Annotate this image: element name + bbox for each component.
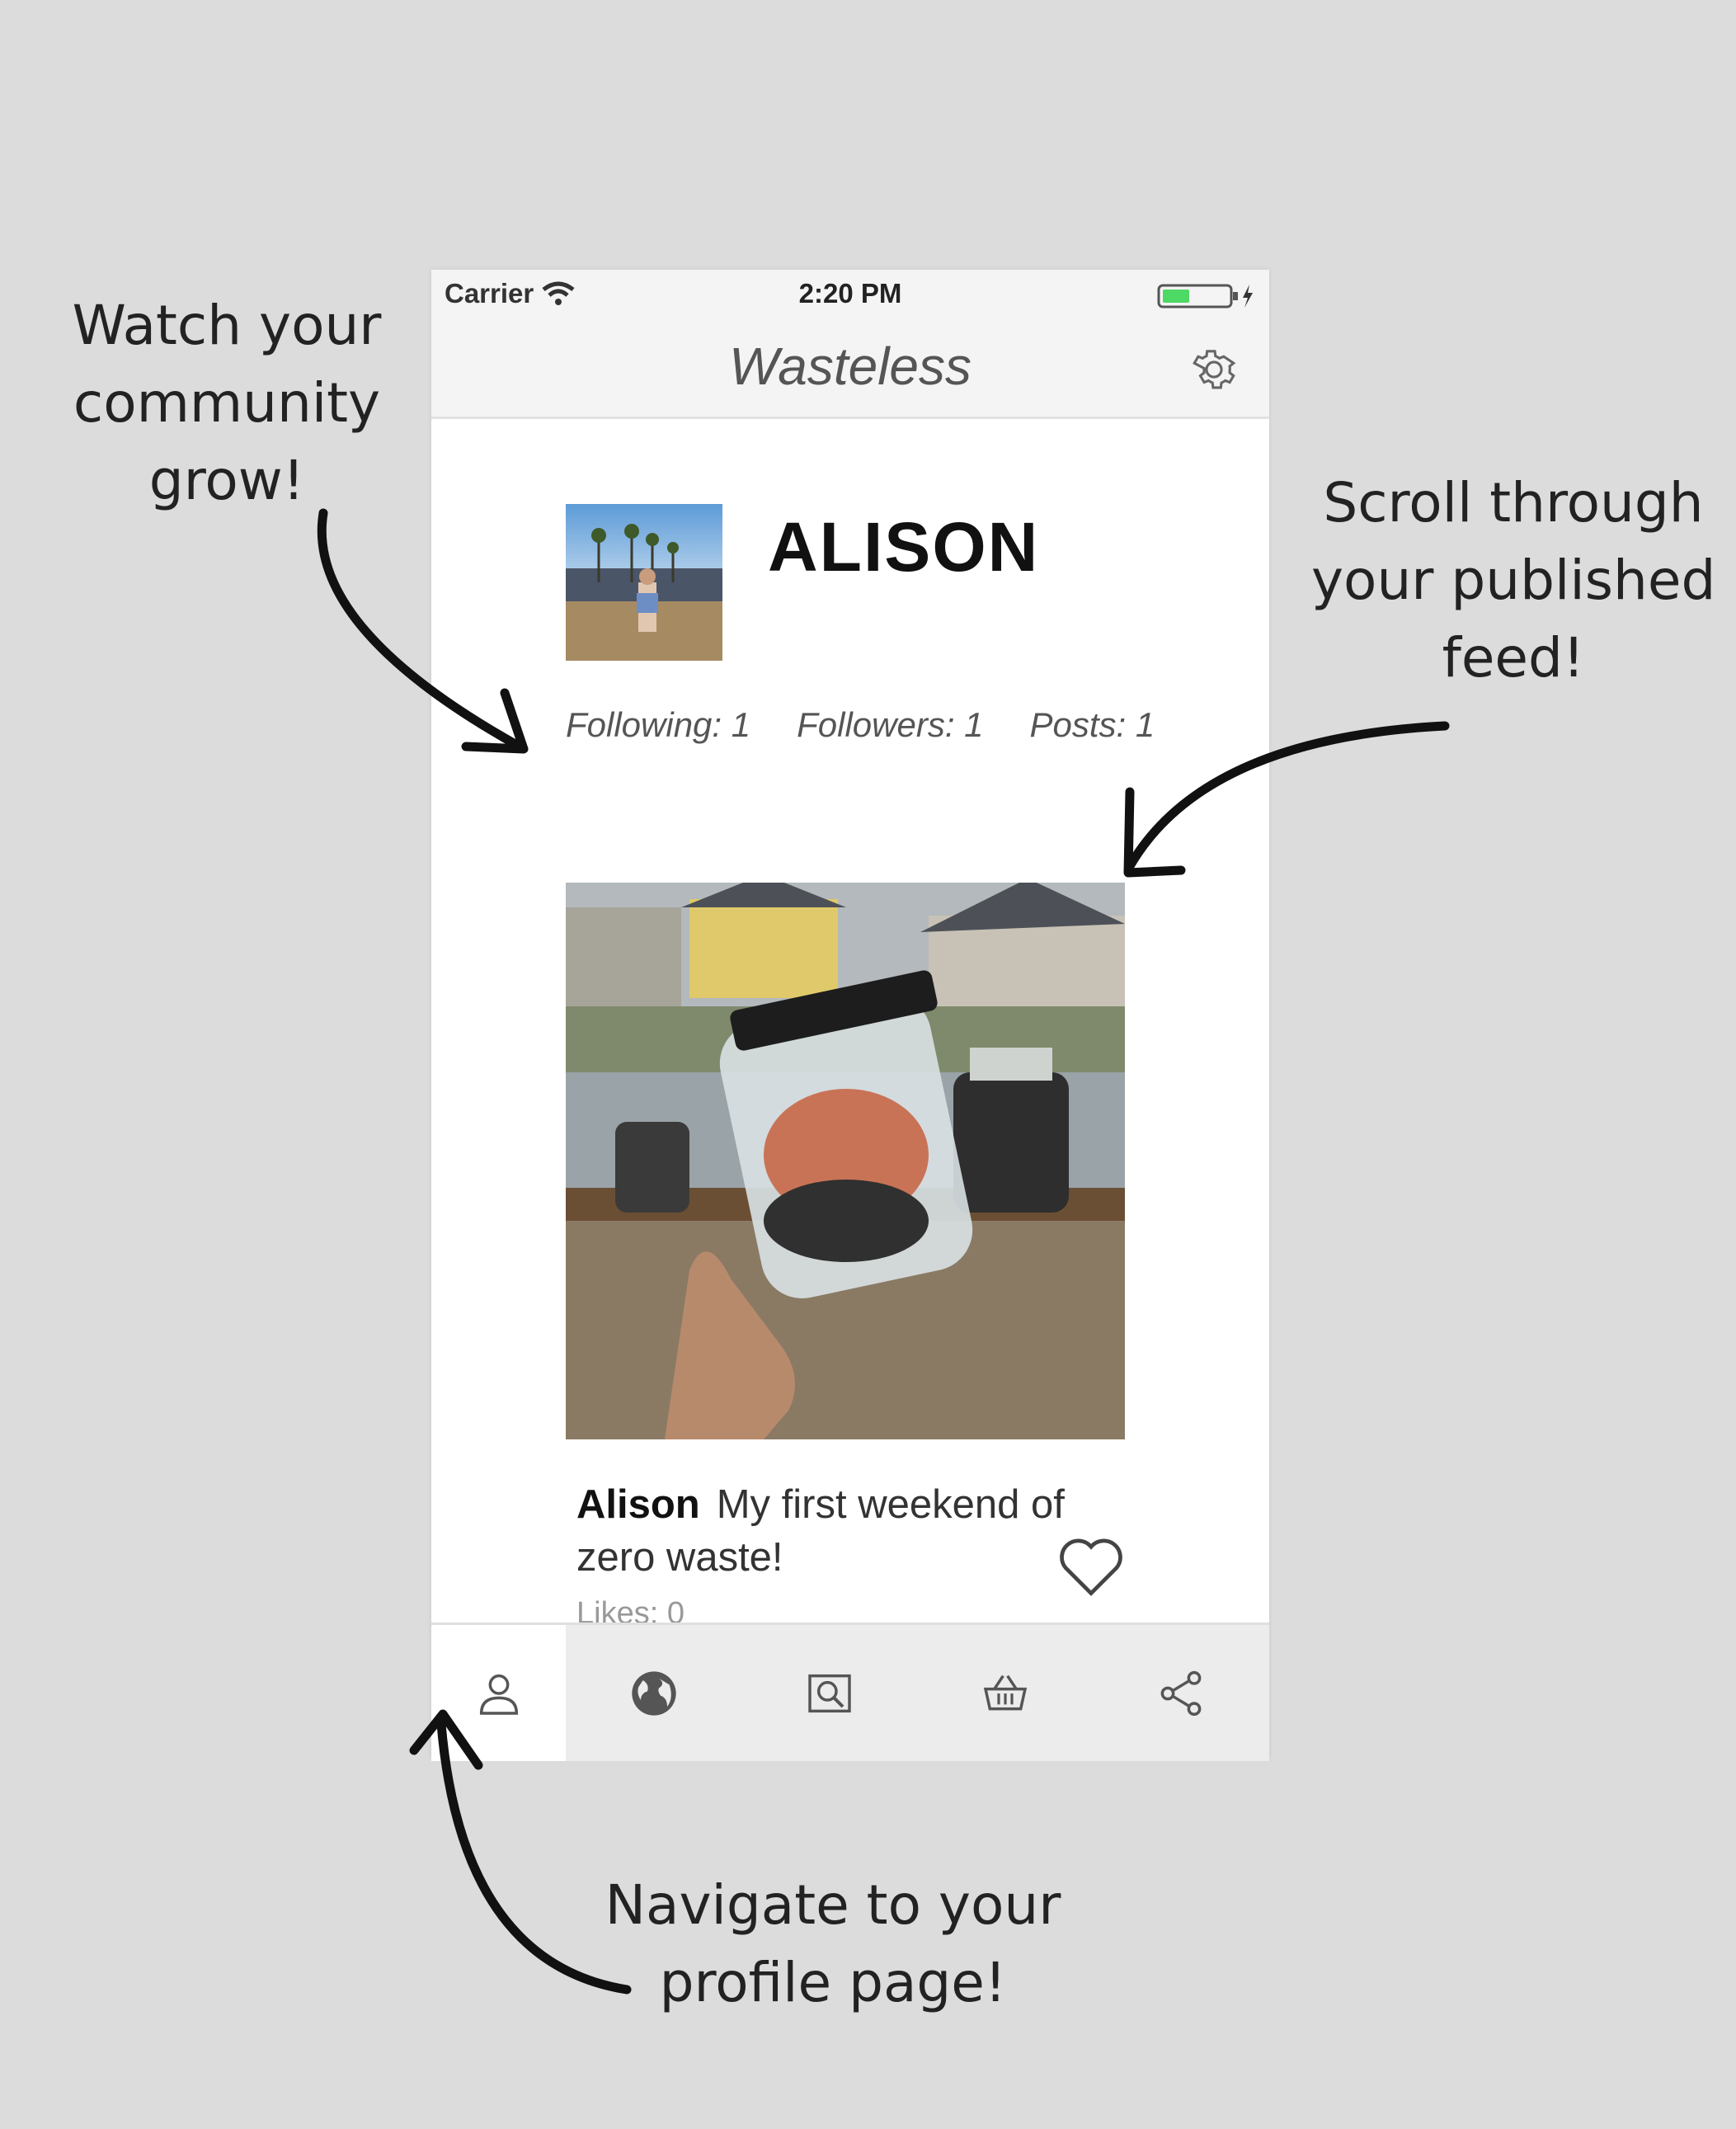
- tab-search[interactable]: [741, 1625, 917, 1761]
- post-image[interactable]: [566, 883, 1125, 1439]
- annotation-line: Navigate to your: [605, 1873, 1061, 1937]
- posts-count[interactable]: Posts: 1: [1030, 705, 1155, 745]
- basket-icon: [983, 1674, 1028, 1710]
- heart-icon[interactable]: [1054, 1532, 1128, 1598]
- share-icon: [1160, 1670, 1202, 1716]
- post-photo: [566, 883, 1125, 1439]
- phone-screen: Carrier 2:20 PM Wasteless ALISON Followi…: [431, 270, 1269, 1761]
- post-author[interactable]: Alison: [576, 1482, 700, 1527]
- followers-count[interactable]: Followers: 1: [797, 705, 983, 745]
- annotation-line: feed!: [1442, 626, 1585, 690]
- annotation-profile: Navigate to your profile page!: [577, 1867, 1089, 2022]
- tab-shop[interactable]: [918, 1625, 1094, 1761]
- annotation-line: Scroll through: [1323, 471, 1704, 535]
- annotation-line: Watch your: [72, 294, 382, 357]
- tab-profile[interactable]: [431, 1625, 566, 1761]
- app-header: Carrier 2:20 PM Wasteless: [431, 270, 1269, 419]
- tab-explore[interactable]: [566, 1625, 741, 1761]
- annotation-community: Watch your community grow!: [33, 287, 421, 520]
- following-count[interactable]: Following: 1: [566, 705, 750, 745]
- app-title: Wasteless: [728, 337, 972, 396]
- annotation-line: your published: [1311, 549, 1716, 612]
- gear-icon[interactable]: [1188, 344, 1240, 395]
- annotation-line: profile page!: [659, 1951, 1007, 2014]
- tab-bar: [431, 1623, 1269, 1761]
- search-photo-icon: [808, 1674, 851, 1712]
- profile-stats: Following: 1 Followers: 1 Posts: 1: [566, 705, 1155, 745]
- tab-share[interactable]: [1094, 1625, 1269, 1761]
- annotation-feed: Scroll through your published feed!: [1311, 464, 1715, 697]
- battery-icon: [1157, 284, 1253, 309]
- profile-name: ALISON: [768, 508, 1040, 586]
- status-time: 2:20 PM: [798, 278, 902, 309]
- annotation-line: grow!: [148, 449, 305, 512]
- post-caption: Alison My first weekend of zero waste!: [576, 1478, 1071, 1584]
- avatar[interactable]: [566, 504, 722, 661]
- profile-icon: [479, 1674, 518, 1715]
- annotation-line: community: [73, 371, 381, 435]
- globe-icon: [631, 1670, 676, 1716]
- avatar-photo: [566, 504, 722, 661]
